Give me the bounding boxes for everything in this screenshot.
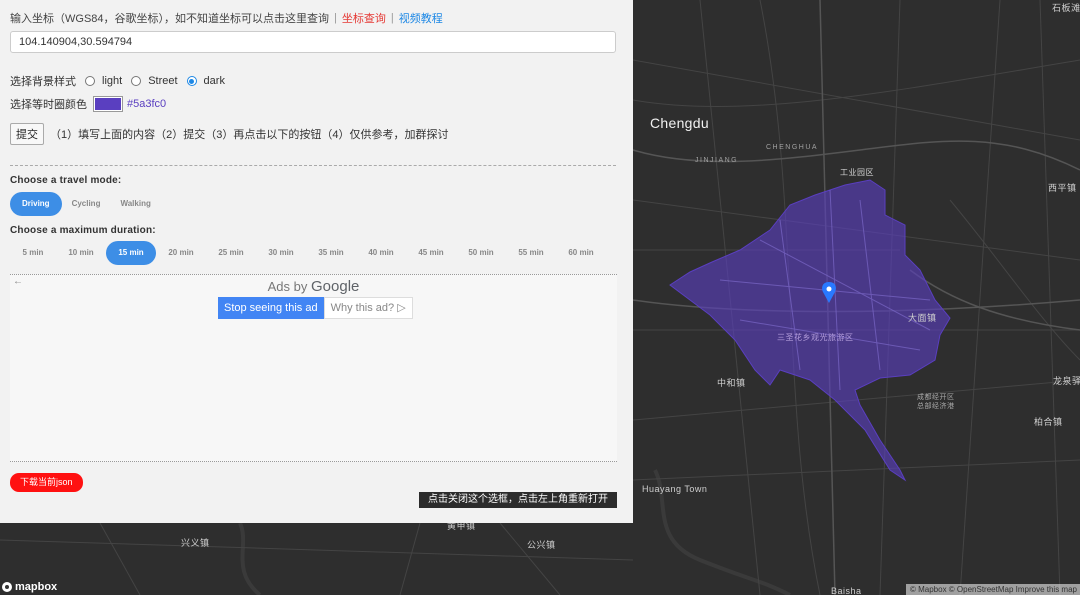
ad-title: Ads by Google — [10, 278, 617, 295]
coord-lookup-link[interactable]: 坐标查询 — [342, 10, 386, 26]
map-label-scenic: 三圣花乡观光旅游区 — [777, 333, 854, 342]
submit-row: 提交 （1）填写上面的内容（2）提交（3）再点击以下的按钮（4）仅供参考，加群探… — [10, 123, 617, 145]
map-label-xinglong: 兴义镇 — [181, 538, 210, 548]
coord-input[interactable] — [10, 31, 616, 53]
travel-mode-selector: Driving Cycling Walking — [10, 192, 617, 216]
style-label: 选择背景样式 — [10, 76, 76, 88]
duration-25[interactable]: 25 min — [206, 241, 256, 265]
style-row: 选择背景样式 light Street dark — [10, 73, 617, 89]
map-label-gongxing: 公兴镇 — [527, 540, 556, 550]
mapbox-logo-icon — [2, 582, 12, 592]
color-row: 选择等时圈颜色 #5a3fc0 — [10, 96, 617, 112]
map-label-gongye: 工业园区 — [840, 168, 874, 177]
style-radio-street[interactable] — [131, 76, 142, 86]
map-label-huayang: Huayang Town — [642, 484, 708, 494]
duration-selector: 5 min 10 min 15 min 20 min 25 min 30 min… — [10, 241, 617, 265]
duration-35[interactable]: 35 min — [306, 241, 356, 265]
style-radio-dark[interactable] — [186, 76, 197, 86]
map-label-zhonghe: 中和镇 — [717, 378, 746, 388]
travel-mode-driving[interactable]: Driving — [10, 192, 62, 216]
duration-40[interactable]: 40 min — [356, 241, 406, 265]
duration-15[interactable]: 15 min — [106, 241, 156, 265]
travel-mode-title: Choose a travel mode: — [10, 175, 122, 186]
close-panel-hint[interactable]: 点击关闭这个选框，点击左上角重新打开 — [419, 492, 617, 508]
duration-title: Choose a maximum duration: — [10, 225, 156, 236]
stop-seeing-ad-button[interactable]: Stop seeing this ad — [218, 297, 324, 319]
map-attribution[interactable]: © Mapbox © OpenStreetMap Improve this ma… — [906, 584, 1080, 595]
map-label-chengdu: Chengdu — [650, 115, 709, 131]
map-label-longquan: 龙泉驿 — [1053, 376, 1080, 386]
duration-50[interactable]: 50 min — [456, 241, 506, 265]
travel-mode-walking[interactable]: Walking — [110, 192, 160, 216]
style-radio-light[interactable] — [85, 76, 95, 86]
submit-button[interactable]: 提交 — [10, 123, 44, 145]
duration-20[interactable]: 20 min — [156, 241, 206, 265]
instructions-text: （1）填写上面的内容（2）提交（3）再点击以下的按钮（4）仅供参考，加群探讨 — [50, 129, 449, 141]
duration-5[interactable]: 5 min — [10, 241, 56, 265]
color-hex: #5a3fc0 — [127, 98, 167, 110]
map-label-jingkai: 成都经开区 总部经济港 — [917, 394, 955, 410]
map-label-jinjiang: JINJIANG — [695, 157, 739, 164]
duration-45[interactable]: 45 min — [406, 241, 456, 265]
duration-10[interactable]: 10 min — [56, 241, 106, 265]
coord-prompt: 输入坐标（WGS84，谷歌坐标），如不知道坐标可以点击这里查询 — [10, 13, 330, 25]
duration-30[interactable]: 30 min — [256, 241, 306, 265]
separator: | — [390, 12, 394, 24]
color-label: 选择等时圈颜色 — [10, 99, 87, 111]
map-label-baihe: 柏合镇 — [1034, 417, 1063, 427]
video-tutorial-link[interactable]: 视频教程 — [399, 10, 443, 26]
divider — [10, 165, 616, 166]
ad-frame: ← Ads by Google Stop seeing this ad Why … — [10, 274, 617, 462]
map-label-baisha: Baisha — [831, 586, 862, 595]
download-json-button[interactable]: 下载当前json — [10, 473, 83, 492]
map-label-chenghua: CHENGHUA — [766, 144, 819, 151]
ad-buttons: Stop seeing this ad Why this ad? ▷ — [218, 297, 413, 319]
duration-60[interactable]: 60 min — [556, 241, 606, 265]
color-swatch — [95, 98, 121, 110]
google-logo: Google — [311, 278, 360, 295]
mapbox-logo-text: mapbox — [15, 581, 58, 593]
style-option-light: light — [102, 75, 123, 87]
why-this-ad-button[interactable]: Why this ad? ▷ — [323, 297, 413, 319]
color-picker[interactable] — [93, 96, 123, 112]
style-option-street: Street — [148, 75, 178, 87]
duration-55[interactable]: 55 min — [506, 241, 556, 265]
ads-by-text: Ads by — [267, 279, 308, 294]
coord-hint-row: 输入坐标（WGS84，谷歌坐标），如不知道坐标可以点击这里查询 | 坐标查询 |… — [10, 10, 617, 26]
map-label-xiping: 西平镇 — [1048, 183, 1077, 193]
travel-mode-cycling[interactable]: Cycling — [62, 192, 111, 216]
mapbox-logo[interactable]: mapbox — [2, 581, 57, 593]
map-label-shibanshan: 石板滩 — [1052, 3, 1080, 13]
control-panel: 输入坐标（WGS84，谷歌坐标），如不知道坐标可以点击这里查询 | 坐标查询 |… — [0, 0, 633, 523]
map-label-damian: 大面镇 — [908, 313, 937, 323]
separator: | — [334, 12, 337, 24]
style-option-dark: dark — [203, 75, 225, 87]
